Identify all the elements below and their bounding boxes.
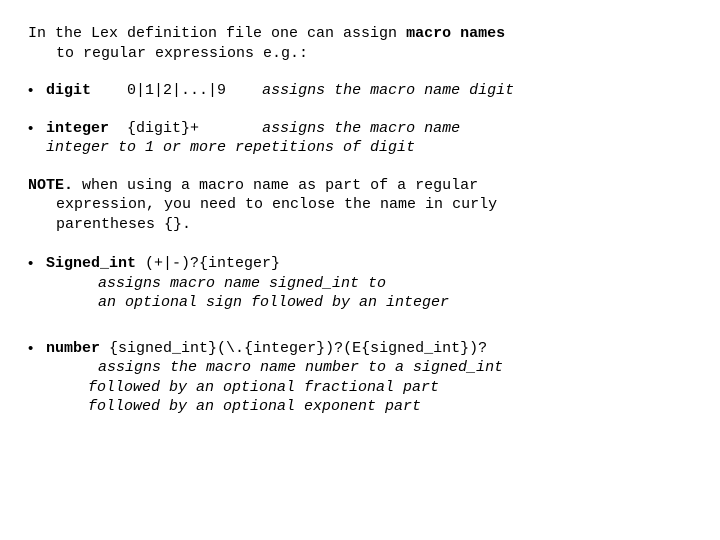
intro-line1: In the Lex definition file one can assig… — [28, 24, 692, 44]
note-label: NOTE. — [28, 177, 73, 194]
bullet-number: • number {signed_int}(\.{integer})?(E{si… — [28, 339, 692, 417]
integer-line1: integer {digit}+ assigns the macro name — [46, 119, 692, 139]
bullet-dot-icon: • — [28, 254, 46, 274]
number-line1: number {signed_int}(\.{integer})?(E{sign… — [46, 339, 692, 359]
note-line2: expression, you need to enclose the name… — [28, 195, 692, 215]
macro-name-number: number — [46, 340, 100, 357]
intro-paragraph: In the Lex definition file one can assig… — [28, 24, 692, 63]
bullet-number-content: number {signed_int}(\.{integer})?(E{sign… — [46, 339, 692, 417]
intro-bold: macro names — [406, 25, 505, 42]
macro-desc-integer-tail: assigns the macro name — [262, 120, 460, 137]
integer-line2-pre: integer — [46, 139, 118, 156]
spacer — [199, 120, 262, 137]
bullet-dot-icon: • — [28, 339, 46, 359]
number-desc-2: followed by an optional fractional part — [46, 378, 692, 398]
intro-line2: to regular expressions e.g.: — [28, 44, 692, 64]
note-text1: when using a macro name as part of a reg… — [82, 177, 478, 194]
macro-pattern-integer: {digit}+ — [127, 120, 199, 137]
bullet-integer: • integer {digit}+ assigns the macro nam… — [28, 119, 692, 158]
macro-name-digit: digit — [46, 82, 91, 99]
bullet-digit: • digit 0|1|2|...|9 assigns the macro na… — [28, 81, 692, 101]
macro-name-integer: integer — [46, 120, 109, 137]
bullet-signed-int: • Signed_int (+|-)?{integer} assigns mac… — [28, 254, 692, 313]
note-block: NOTE. when using a macro name as part of… — [28, 176, 692, 235]
spacer — [109, 120, 127, 137]
macro-pattern-digit: 0|1|2|...|9 — [127, 82, 226, 99]
bullet-dot-icon: • — [28, 119, 46, 139]
bullet-integer-content: integer {digit}+ assigns the macro name … — [46, 119, 692, 158]
number-desc-3: followed by an optional exponent part — [46, 397, 692, 417]
macro-pattern-number: {signed_int}(\.{integer})?(E{signed_int}… — [109, 340, 487, 357]
macro-desc-digit: assigns the macro name digit — [262, 82, 514, 99]
number-desc-1: assigns the macro name number to a signe… — [46, 358, 692, 378]
signed-desc-1: assigns macro name signed_int to — [46, 274, 692, 294]
spacer — [91, 82, 127, 99]
signed-desc-2: an optional sign followed by an integer — [46, 293, 692, 313]
intro-pre: In the Lex definition file one can assig… — [28, 25, 406, 42]
macro-pattern-signed: (+|-)?{integer} — [145, 255, 280, 272]
bullet-dot-icon: • — [28, 81, 46, 101]
integer-line2-post: to 1 or more repetitions of digit — [118, 139, 415, 156]
signed-line1: Signed_int (+|-)?{integer} — [46, 254, 692, 274]
note-line3: parentheses {}. — [28, 215, 692, 235]
bullet-signed-content: Signed_int (+|-)?{integer} assigns macro… — [46, 254, 692, 313]
integer-line2: integer to 1 or more repetitions of digi… — [46, 138, 692, 158]
note-line1: NOTE. when using a macro name as part of… — [28, 176, 692, 196]
bullet-digit-content: digit 0|1|2|...|9 assigns the macro name… — [46, 81, 692, 101]
spacer — [226, 82, 262, 99]
macro-name-signed: Signed_int — [46, 255, 136, 272]
